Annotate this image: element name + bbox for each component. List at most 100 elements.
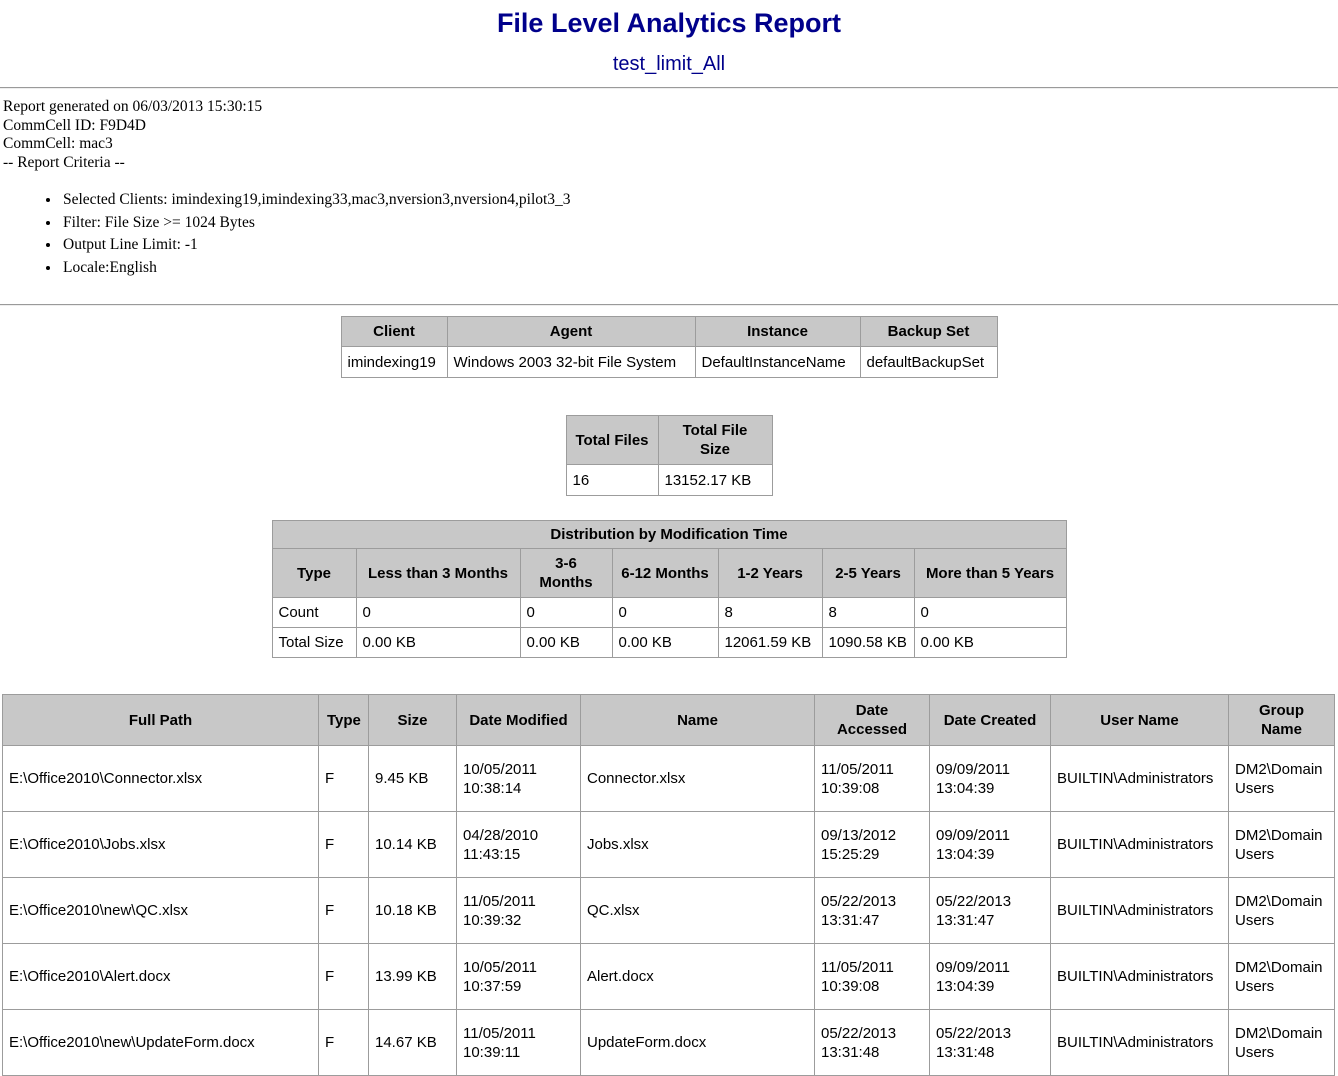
distribution-cell: 8: [822, 598, 914, 628]
files-header-row: Full Path Type Size Date Modified Name D…: [3, 695, 1335, 746]
client-header-cell: Client: [341, 317, 447, 347]
instance-header-cell: Instance: [695, 317, 860, 347]
files-row: E:\Office2010\Alert.docx F 13.99 KB 10/0…: [3, 944, 1335, 1010]
distribution-cell: 0: [612, 598, 718, 628]
distribution-cell: 0.00 KB: [356, 628, 520, 658]
distribution-cell: 0.00 KB: [520, 628, 612, 658]
group-name-cell: DM2\Domain Users: [1229, 1010, 1335, 1076]
criteria-divider: [0, 304, 1338, 306]
agent-cell: Windows 2003 32-bit File System: [447, 347, 695, 378]
date-created-cell: 05/22/2013 13:31:48: [930, 1010, 1051, 1076]
date-modified-cell: 04/28/2010 11:43:15: [457, 812, 581, 878]
user-name-cell: BUILTIN\Administrators: [1051, 944, 1229, 1010]
distribution-cell: 0: [914, 598, 1066, 628]
type-header-cell: Type: [319, 695, 369, 746]
files-row: E:\Office2010\Jobs.xlsx F 10.14 KB 04/28…: [3, 812, 1335, 878]
dist-2-5y-header-cell: 2-5 Years: [822, 549, 914, 598]
dist-lt3m-header-cell: Less than 3 Months: [356, 549, 520, 598]
type-cell: F: [319, 944, 369, 1010]
distribution-cell: 8: [718, 598, 822, 628]
full-path-cell: E:\Office2010\Jobs.xlsx: [3, 812, 319, 878]
date-accessed-cell: 09/13/2012 15:25:29: [815, 812, 930, 878]
group-name-cell: DM2\Domain Users: [1229, 746, 1335, 812]
totals-table: Total Files Total File Size 16 13152.17 …: [566, 415, 773, 496]
client-info-table: Client Agent Instance Backup Set imindex…: [341, 316, 998, 378]
totals-row: 16 13152.17 KB: [566, 465, 772, 496]
type-cell: F: [319, 878, 369, 944]
full-path-cell: E:\Office2010\new\UpdateForm.docx: [3, 1010, 319, 1076]
user-name-cell: BUILTIN\Administrators: [1051, 746, 1229, 812]
size-cell: 10.14 KB: [369, 812, 457, 878]
date-accessed-cell: 11/05/2011 10:39:08: [815, 944, 930, 1010]
files-row: E:\Office2010\new\QC.xlsx F 10.18 KB 11/…: [3, 878, 1335, 944]
client-cell: imindexing19: [341, 347, 447, 378]
report-criteria-heading: -- Report Criteria --: [3, 154, 1335, 173]
group-name-cell: DM2\Domain Users: [1229, 878, 1335, 944]
name-cell: UpdateForm.docx: [581, 1010, 815, 1076]
full-path-cell: E:\Office2010\Connector.xlsx: [3, 746, 319, 812]
name-cell: Connector.xlsx: [581, 746, 815, 812]
distribution-title: Distribution by Modification Time: [272, 521, 1066, 549]
distribution-count-row: Count 0 0 0 8 8 0: [272, 598, 1066, 628]
date-accessed-cell: 05/22/2013 13:31:47: [815, 878, 930, 944]
total-file-size-header-cell: Total File Size: [658, 416, 772, 465]
name-header-cell: Name: [581, 695, 815, 746]
report-metadata: Report generated on 06/03/2013 15:30:15 …: [0, 89, 1338, 304]
backup-set-cell: defaultBackupSet: [860, 347, 997, 378]
name-cell: Jobs.xlsx: [581, 812, 815, 878]
name-cell: Alert.docx: [581, 944, 815, 1010]
distribution-header-row: Type Less than 3 Months 3-6 Months 6-12 …: [272, 549, 1066, 598]
distribution-row-label: Count: [272, 598, 356, 628]
size-header-cell: Size: [369, 695, 457, 746]
files-row: E:\Office2010\new\UpdateForm.docx F 14.6…: [3, 1010, 1335, 1076]
dist-type-header-cell: Type: [272, 549, 356, 598]
full-path-header-cell: Full Path: [3, 695, 319, 746]
group-name-cell: DM2\Domain Users: [1229, 944, 1335, 1010]
user-name-cell: BUILTIN\Administrators: [1051, 812, 1229, 878]
date-created-cell: 05/22/2013 13:31:47: [930, 878, 1051, 944]
files-table: Full Path Type Size Date Modified Name D…: [2, 694, 1335, 1076]
distribution-cell: 0.00 KB: [914, 628, 1066, 658]
criteria-item: Selected Clients: imindexing19,imindexin…: [61, 191, 1335, 210]
date-created-header-cell: Date Created: [930, 695, 1051, 746]
date-accessed-cell: 05/22/2013 13:31:48: [815, 1010, 930, 1076]
distribution-cell: 0: [356, 598, 520, 628]
group-name-header-cell: Group Name: [1229, 695, 1335, 746]
date-created-cell: 09/09/2011 13:04:39: [930, 812, 1051, 878]
distribution-cell: 12061.59 KB: [718, 628, 822, 658]
date-modified-cell: 11/05/2011 10:39:11: [457, 1010, 581, 1076]
name-cell: QC.xlsx: [581, 878, 815, 944]
dist-3-6m-header-cell: 3-6 Months: [520, 549, 612, 598]
user-name-header-cell: User Name: [1051, 695, 1229, 746]
distribution-table: Distribution by Modification Time Type L…: [272, 520, 1067, 658]
date-modified-cell: 10/05/2011 10:38:14: [457, 746, 581, 812]
size-cell: 9.45 KB: [369, 746, 457, 812]
total-file-size-cell: 13152.17 KB: [658, 465, 772, 496]
user-name-cell: BUILTIN\Administrators: [1051, 878, 1229, 944]
date-modified-header-cell: Date Modified: [457, 695, 581, 746]
distribution-size-row: Total Size 0.00 KB 0.00 KB 0.00 KB 12061…: [272, 628, 1066, 658]
distribution-cell: 0: [520, 598, 612, 628]
date-accessed-cell: 11/05/2011 10:39:08: [815, 746, 930, 812]
page-title: File Level Analytics Report: [0, 8, 1338, 39]
distribution-cell: 1090.58 KB: [822, 628, 914, 658]
user-name-cell: BUILTIN\Administrators: [1051, 1010, 1229, 1076]
backup-set-header-cell: Backup Set: [860, 317, 997, 347]
client-table-row: imindexing19 Windows 2003 32-bit File Sy…: [341, 347, 997, 378]
criteria-item: Output Line Limit: -1: [61, 236, 1335, 255]
report-generated-line: Report generated on 06/03/2013 15:30:15: [3, 98, 1335, 117]
size-cell: 14.67 KB: [369, 1010, 457, 1076]
date-created-cell: 09/09/2011 13:04:39: [930, 746, 1051, 812]
criteria-item: Locale:English: [61, 259, 1335, 278]
distribution-cell: 0.00 KB: [612, 628, 718, 658]
criteria-item: Filter: File Size >= 1024 Bytes: [61, 214, 1335, 233]
page-subtitle: test_limit_All: [0, 53, 1338, 76]
client-table-header-row: Client Agent Instance Backup Set: [341, 317, 997, 347]
size-cell: 10.18 KB: [369, 878, 457, 944]
commcell-id-line: CommCell ID: F9D4D: [3, 117, 1335, 136]
type-cell: F: [319, 812, 369, 878]
date-created-cell: 09/09/2011 13:04:39: [930, 944, 1051, 1010]
date-modified-cell: 11/05/2011 10:39:32: [457, 878, 581, 944]
report-criteria-list: Selected Clients: imindexing19,imindexin…: [3, 191, 1335, 277]
distribution-row-label: Total Size: [272, 628, 356, 658]
